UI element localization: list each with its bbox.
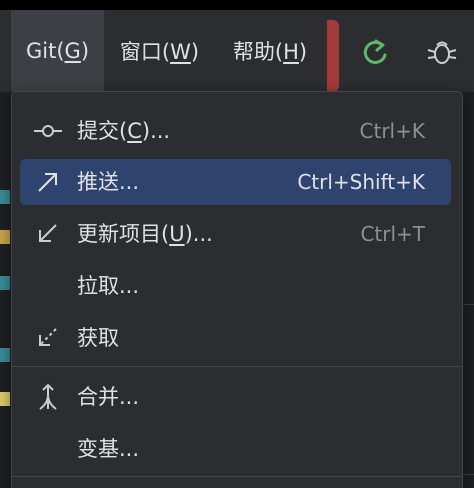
git-menu-popup: 提交(C)... Ctrl+K 推送... Ctrl+Shift+K 更新项目(… (11, 91, 463, 488)
editor-fragment (0, 190, 10, 204)
menu-item-label: 变基... (77, 437, 140, 461)
menu-item-label: 拉取... (77, 274, 140, 298)
menu-item-label: 更新项目(U)... (77, 222, 213, 246)
editor-fragment (0, 230, 10, 244)
update-icon (34, 220, 62, 248)
merge-icon (34, 383, 62, 411)
stop-button[interactable] (327, 20, 339, 92)
menu-item-label: 提交(C)... (77, 119, 171, 143)
menu-git-label: Git(G) (25, 39, 90, 63)
commit-icon (34, 117, 62, 145)
editor-fragment (0, 276, 10, 290)
menu-item-push[interactable]: 推送... Ctrl+Shift+K (20, 159, 451, 205)
menu-item-pull[interactable]: 拉取... (20, 263, 451, 309)
main-menubar: Git(G) 窗口(W) 帮助(H) (0, 10, 474, 92)
menu-item-label: 合并... (77, 385, 140, 409)
menu-separator (12, 476, 462, 477)
editor-fragment (0, 348, 10, 362)
menu-item-shortcut: Ctrl+K (359, 119, 425, 143)
menu-window-label: 窗口(W) (119, 40, 200, 64)
ide-window: Git(G) 窗口(W) 帮助(H) 提交(C)... Ctrl+K 推送...… (0, 0, 474, 488)
menu-item-shortcut: Ctrl+T (360, 222, 425, 246)
fetch-icon (34, 324, 62, 352)
menu-item-shortcut: Ctrl+Shift+K (297, 170, 425, 194)
window-top-edge (0, 0, 474, 10)
menu-help-label: 帮助(H) (232, 40, 308, 64)
menu-item-label: 推送... (77, 170, 140, 194)
menu-item-merge[interactable]: 合并... (20, 374, 451, 420)
menu-item-rebase[interactable]: 变基... (20, 426, 451, 472)
push-icon (34, 168, 62, 196)
menu-git[interactable]: Git(G) (11, 10, 104, 92)
menu-window[interactable]: 窗口(W) (104, 10, 215, 92)
debug-icon[interactable] (424, 36, 460, 73)
menu-separator (12, 366, 462, 367)
menu-item-update-project[interactable]: 更新项目(U)... Ctrl+T (20, 211, 451, 257)
update-project-icon[interactable] (360, 36, 392, 73)
menu-item-fetch[interactable]: 获取 (20, 315, 451, 361)
menu-item-commit[interactable]: 提交(C)... Ctrl+K (20, 108, 451, 154)
editor-fragment (0, 392, 10, 406)
menu-help[interactable]: 帮助(H) (215, 10, 325, 92)
menu-item-label: 获取 (77, 326, 119, 350)
